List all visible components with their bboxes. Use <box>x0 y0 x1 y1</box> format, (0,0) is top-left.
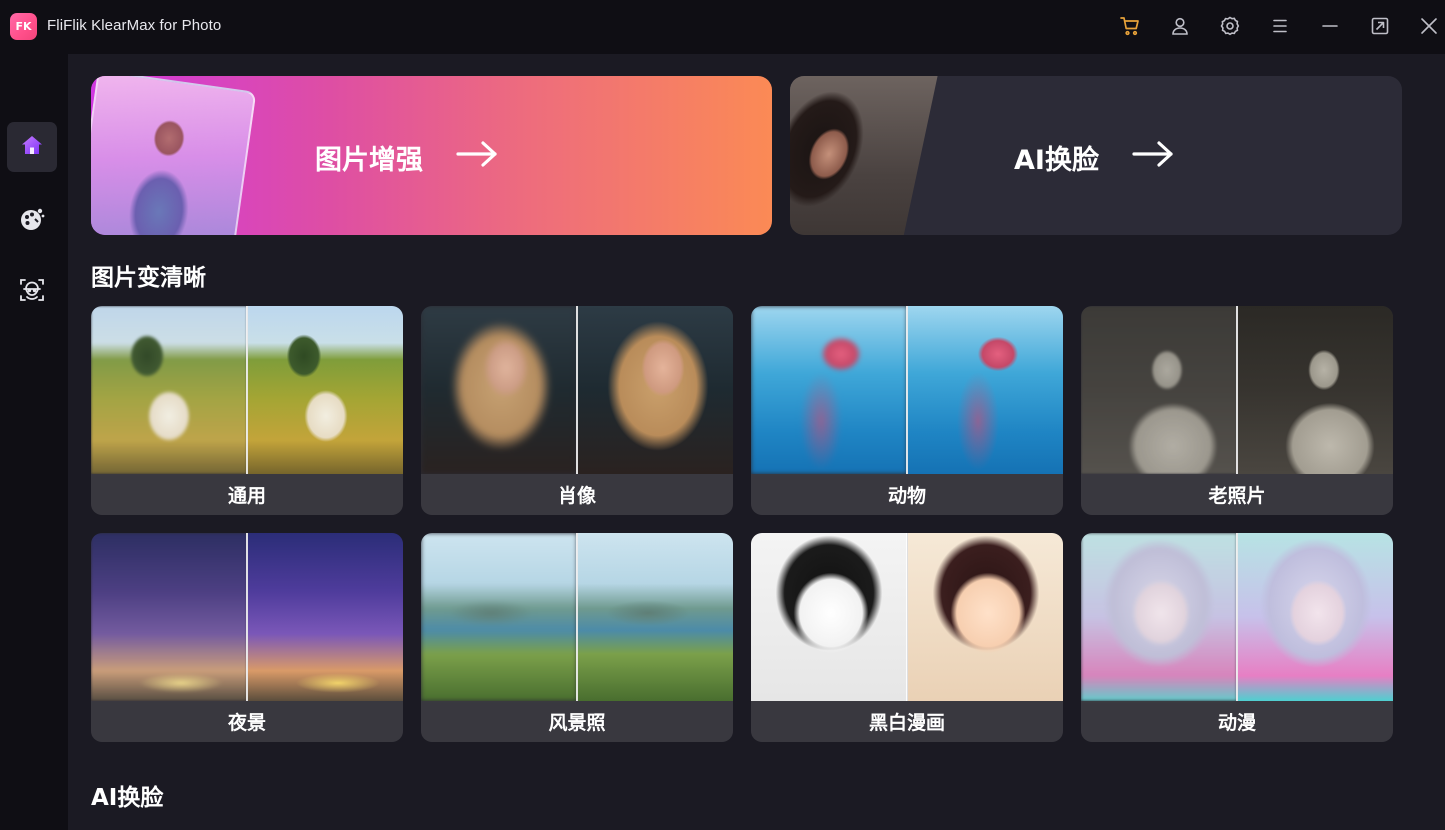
menu-icon[interactable] <box>1269 15 1291 37</box>
enhance-banner-photo <box>91 76 257 235</box>
cart-icon[interactable] <box>1119 15 1141 37</box>
sidebar-item-home[interactable] <box>7 122 57 172</box>
card-label: 动漫 <box>1081 701 1393 742</box>
user-icon[interactable] <box>1169 15 1191 37</box>
section-title-face-swap: AI换脸 <box>91 785 164 811</box>
card-image <box>1081 306 1393 474</box>
settings-icon[interactable] <box>1219 15 1241 37</box>
title-bar: FK FliFlik KlearMax for Photo <box>0 0 1445 54</box>
palette-icon <box>18 205 46 237</box>
main-content: 图片增强 AI换脸 图片变清晰 通用 肖像 动物 老照片 夜景 风景照 黑白漫画… <box>68 54 1445 830</box>
card-label: 黑白漫画 <box>751 701 1063 742</box>
card-label: 肖像 <box>421 474 733 515</box>
card-animal[interactable]: 动物 <box>751 306 1063 515</box>
card-portrait[interactable]: 肖像 <box>421 306 733 515</box>
card-bw-manga[interactable]: 黑白漫画 <box>751 533 1063 742</box>
maximize-icon[interactable] <box>1369 15 1391 37</box>
card-label: 老照片 <box>1081 474 1393 515</box>
face-swap-banner-label: AI换脸 <box>1014 138 1175 177</box>
face-swap-banner[interactable]: AI换脸 <box>790 76 1402 235</box>
enhance-banner-title: 图片增强 <box>315 145 423 176</box>
card-general[interactable]: 通用 <box>91 306 403 515</box>
arrow-right-icon <box>1131 139 1175 176</box>
sidebar-item-photo-effects[interactable] <box>7 196 57 246</box>
card-image <box>751 306 1063 474</box>
card-image <box>751 533 1063 701</box>
app-logo: FK <box>10 13 37 40</box>
minimize-icon[interactable] <box>1319 15 1341 37</box>
card-night-scene[interactable]: 夜景 <box>91 533 403 742</box>
card-image <box>421 306 733 474</box>
section-title-clarify: 图片变清晰 <box>91 265 206 291</box>
enhance-banner-label: 图片增强 <box>315 138 499 177</box>
card-label: 夜景 <box>91 701 403 742</box>
face-scan-icon <box>18 276 46 308</box>
home-icon <box>19 132 45 162</box>
face-swap-banner-title: AI换脸 <box>1014 145 1099 176</box>
card-label: 通用 <box>91 474 403 515</box>
card-label: 风景照 <box>421 701 733 742</box>
card-old-photo[interactable]: 老照片 <box>1081 306 1393 515</box>
arrow-right-icon <box>455 139 499 176</box>
sidebar-item-face-swap[interactable] <box>7 267 57 317</box>
enhance-banner[interactable]: 图片增强 <box>91 76 772 235</box>
close-icon[interactable] <box>1418 15 1440 37</box>
app-title: FliFlik KlearMax for Photo <box>47 17 222 34</box>
card-label: 动物 <box>751 474 1063 515</box>
card-image <box>91 533 403 701</box>
card-landscape[interactable]: 风景照 <box>421 533 733 742</box>
face-swap-banner-photo <box>790 76 938 235</box>
card-image <box>421 533 733 701</box>
card-anime[interactable]: 动漫 <box>1081 533 1393 742</box>
sidebar <box>0 54 68 830</box>
card-image <box>91 306 403 474</box>
card-image <box>1081 533 1393 701</box>
